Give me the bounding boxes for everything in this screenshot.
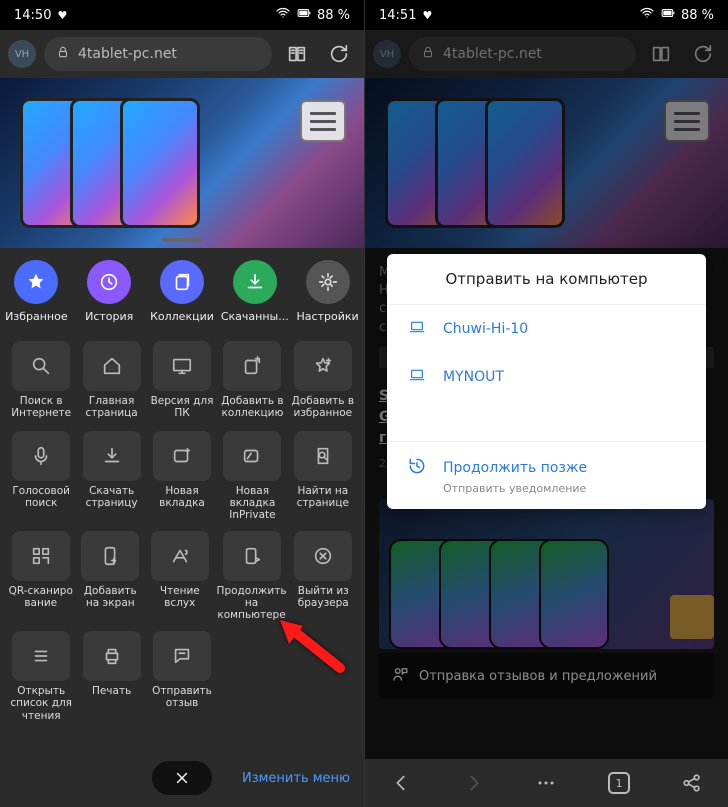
menu-history[interactable]: История	[73, 260, 145, 323]
avatar[interactable]: VH	[8, 40, 36, 68]
collection-add-icon	[223, 341, 281, 391]
sheet-footer: Изменить меню	[0, 755, 364, 801]
sheet-handle[interactable]	[162, 238, 202, 242]
grid-download-page[interactable]: Скачать страницу	[76, 425, 146, 525]
reader-icon[interactable]	[280, 37, 314, 71]
grid-find-web[interactable]: Поиск в Интернете	[6, 335, 76, 425]
history-icon	[87, 260, 131, 304]
new-tab-icon	[153, 431, 211, 481]
print-icon	[83, 631, 141, 681]
battery-icon	[659, 6, 677, 24]
nav-menu[interactable]	[526, 763, 566, 803]
reader-icon[interactable]	[644, 37, 678, 71]
read-aloud-icon	[151, 531, 209, 581]
grid-new-inprivate[interactable]: Новая вкладка InPrivate	[217, 425, 287, 525]
browser-bar: VH 4tablet-pc.net	[0, 30, 364, 78]
download-page-icon	[83, 431, 141, 481]
hero-image	[0, 78, 364, 248]
refresh-icon[interactable]	[686, 37, 720, 71]
dialog-device-mynout[interactable]: MYNOUT	[387, 353, 706, 401]
address-bar[interactable]: 4tablet-pc.net	[409, 37, 636, 71]
find-page-icon	[294, 431, 352, 481]
phone-left: 14:50 ♥ 88 % VH 4tablet-pc.net	[0, 0, 364, 807]
qr-icon	[12, 531, 70, 581]
grid-voice-search[interactable]: Голосовой поиск	[6, 425, 76, 525]
gear-icon	[306, 260, 350, 304]
heart-icon: ♥	[422, 9, 432, 22]
star-icon	[14, 260, 58, 304]
wifi-icon	[639, 5, 655, 25]
home-icon	[83, 341, 141, 391]
grid-home[interactable]: Главная страница	[76, 335, 146, 425]
status-time: 14:51	[379, 8, 416, 23]
status-battery: 88 %	[681, 8, 714, 23]
nav-tabs[interactable]: 1	[599, 763, 639, 803]
dialog-continue-later[interactable]: Продолжить позже Отправить уведомление	[387, 441, 706, 509]
phone-right: 14:51 ♥ 88 % VH 4tablet-pc.net М	[364, 0, 728, 807]
inprivate-icon	[223, 431, 281, 481]
grid-print[interactable]: Печать	[76, 625, 146, 725]
menu-top-row: Избранное История Коллекции Скачанны... …	[0, 248, 364, 335]
address-bar[interactable]: 4tablet-pc.net	[44, 37, 272, 71]
download-icon	[233, 260, 277, 304]
bottom-nav: 1	[365, 759, 728, 807]
dialog-later-sub: Отправить уведомление	[443, 482, 586, 495]
menu-collections[interactable]: Коллекции	[146, 260, 218, 323]
close-button[interactable]	[152, 761, 212, 795]
menu-settings[interactable]: Настройки	[292, 260, 364, 323]
menu-favorites[interactable]: Избранное	[0, 260, 72, 323]
status-bar: 14:51 ♥ 88 %	[365, 0, 728, 30]
grid-send-feedback[interactable]: Отправить отзыв	[147, 625, 217, 725]
grid-add-favorite[interactable]: Добавить в избранное	[288, 335, 358, 425]
menu-sheet: Избранное История Коллекции Скачанны... …	[0, 248, 364, 807]
avatar[interactable]: VH	[373, 40, 401, 68]
edit-menu-link[interactable]: Изменить меню	[242, 771, 350, 786]
star-add-icon	[294, 341, 352, 391]
grid-desktop-site[interactable]: Версия для ПК	[147, 335, 217, 425]
continue-pc-icon	[223, 531, 281, 581]
collections-icon	[160, 260, 204, 304]
close-circle-icon	[294, 531, 352, 581]
mic-icon	[12, 431, 70, 481]
status-battery: 88 %	[317, 8, 350, 23]
dialog-device-chuwi[interactable]: Chuwi-Hi-10	[387, 305, 706, 353]
grid-find-in-page[interactable]: Найти на странице	[288, 425, 358, 525]
grid-read-aloud[interactable]: Чтение вслух	[145, 525, 215, 625]
grid-qr-scan[interactable]: QR-сканиро вание	[6, 525, 76, 625]
desktop-icon	[153, 341, 211, 391]
status-bar: 14:50 ♥ 88 %	[0, 0, 364, 30]
feedback-icon	[153, 631, 211, 681]
dialog-title: Отправить на компьютер	[387, 254, 706, 305]
battery-icon	[295, 6, 313, 24]
grid-add-homescreen[interactable]: Добавить на экран	[76, 525, 146, 625]
search-icon	[12, 341, 70, 391]
phone-add-icon	[81, 531, 139, 581]
grid-add-collection[interactable]: Добавить в коллекцию	[217, 335, 287, 425]
site-menu-button[interactable]	[300, 100, 346, 142]
url-text: 4tablet-pc.net	[78, 46, 177, 62]
grid-exit-browser[interactable]: Выйти из браузера	[289, 525, 359, 625]
lock-icon	[421, 45, 435, 63]
laptop-icon	[407, 319, 427, 339]
nav-share[interactable]	[672, 763, 712, 803]
laptop-icon	[407, 367, 427, 387]
refresh-icon[interactable]	[322, 37, 356, 71]
wifi-icon	[275, 5, 291, 25]
grid-reading-list[interactable]: Открыть список для чтения	[6, 625, 76, 725]
nav-forward	[454, 763, 494, 803]
grid-new-tab[interactable]: Новая вкладка	[147, 425, 217, 525]
browser-bar: VH 4tablet-pc.net	[365, 30, 728, 78]
status-time: 14:50	[14, 8, 51, 23]
list-icon	[12, 631, 70, 681]
annotation-arrow	[275, 618, 345, 677]
send-to-pc-dialog: Отправить на компьютер Chuwi-Hi-10 MYNOU…	[387, 254, 706, 509]
url-text: 4tablet-pc.net	[443, 46, 542, 62]
menu-downloads[interactable]: Скачанны...	[219, 260, 291, 323]
lock-icon	[56, 45, 70, 63]
nav-back[interactable]	[381, 763, 421, 803]
heart-icon: ♥	[57, 9, 67, 22]
clock-arrow-icon	[407, 456, 427, 480]
grid-continue-pc[interactable]: Продолжить на компьютере	[215, 525, 289, 625]
